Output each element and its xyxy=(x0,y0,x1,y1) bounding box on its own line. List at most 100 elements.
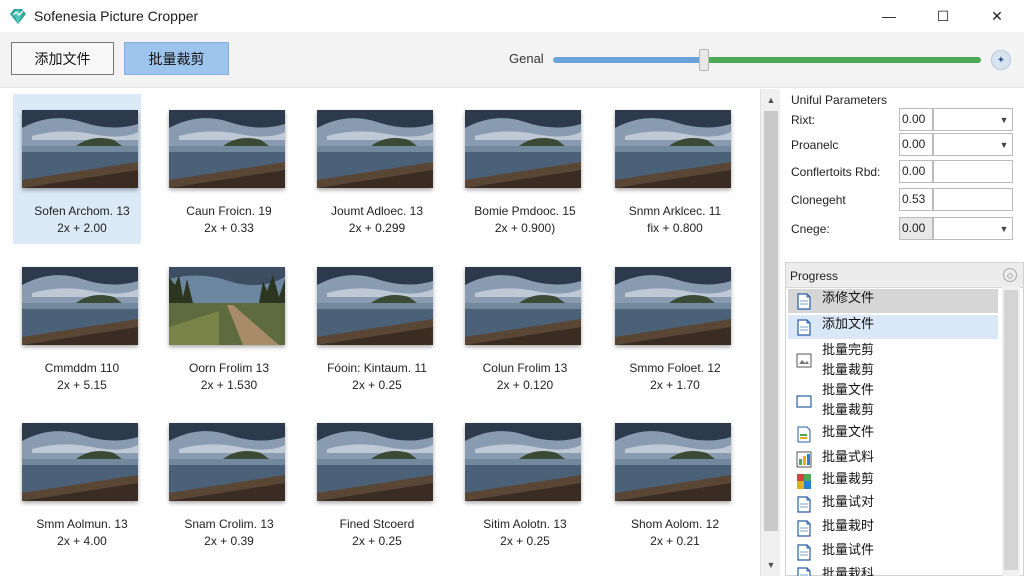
thumbnail-item[interactable]: Fóoin: Kintaum. 11 2x + 0.25 xyxy=(308,251,436,401)
slider-thumb[interactable] xyxy=(699,49,709,71)
parameter-select[interactable]: ▼ xyxy=(933,108,1013,131)
thumbnail-image[interactable] xyxy=(465,267,581,345)
title-bar: Sofenesia Picture Cropper — ☐ ✕ xyxy=(0,0,1024,32)
chevron-down-icon[interactable]: ▼ xyxy=(996,218,1012,239)
thumbnail-value: 2x + 0.299 xyxy=(348,221,406,235)
thumbnail-item[interactable]: Caun Froicn. 19 2x + 0.33 xyxy=(160,94,288,244)
window-title: Sofenesia Picture Cropper xyxy=(34,8,199,24)
parameter-value-field[interactable]: 0.00 xyxy=(899,217,933,240)
thumbnail-item[interactable]: Sofen Archom. 13 2x + 2.00 xyxy=(13,94,141,244)
thumbnail-value: 2x + 0.33 xyxy=(204,221,254,235)
parameter-value-field[interactable]: 0.00 xyxy=(899,133,933,156)
thumbnail-image[interactable] xyxy=(169,110,285,188)
progress-item[interactable]: 批量栽科 xyxy=(788,565,998,576)
thumbnail-image[interactable] xyxy=(22,110,138,188)
close-button[interactable]: ✕ xyxy=(970,0,1024,32)
slider-track-rest[interactable] xyxy=(703,57,981,63)
color-icon xyxy=(796,473,812,490)
thumbnail-item[interactable]: Shom Aolom. 12 2x + 0.21 xyxy=(606,407,734,557)
scroll-down-arrow-icon[interactable]: ▼ xyxy=(761,556,781,574)
parameter-label: Conflertoits Rbd: xyxy=(791,165,881,179)
parameters-title: Uniful Parameters xyxy=(791,93,888,107)
parameter-value-field[interactable]: 0.53 xyxy=(899,188,933,211)
thumbnail-image[interactable] xyxy=(169,423,285,501)
progress-item[interactable]: 添加文件 xyxy=(788,315,998,339)
progress-item[interactable]: 批量裁剪 xyxy=(788,470,998,492)
progress-item[interactable]: 批量完剪 批量裁剪 xyxy=(788,341,998,379)
thumbnail-image[interactable] xyxy=(615,110,731,188)
progress-scroll-thumb[interactable] xyxy=(1004,290,1018,570)
progress-header: Progress ◇ xyxy=(786,263,1023,288)
thumbnail-image[interactable] xyxy=(317,267,433,345)
thumbnail-value: 2x + 4.00 xyxy=(57,534,107,548)
thumbnail-item[interactable]: Oorn Frolim 13 2x + 1.530 xyxy=(160,251,288,401)
thumbnail-name: Smmo Foloet. 12 xyxy=(629,361,721,375)
pin-icon[interactable]: ✦ xyxy=(991,50,1011,70)
thumbnail-item[interactable]: Cmmddm 110 2x + 5.15 xyxy=(13,251,141,401)
parameter-select[interactable] xyxy=(933,188,1013,211)
thumbnail-name: Snam Crolim. 13 xyxy=(184,517,274,531)
thumbnail-name: Joumt Adloec. 13 xyxy=(330,204,424,218)
thumbnail-value: fix + 0.800 xyxy=(647,221,703,235)
thumbnail-item[interactable]: Fined Stcoerd 2x + 0.25 xyxy=(308,407,436,557)
parameter-label: Proanelc xyxy=(791,138,839,152)
minimize-button[interactable]: — xyxy=(862,0,916,32)
chevron-down-icon[interactable]: ▼ xyxy=(996,134,1012,155)
thumbnail-image[interactable] xyxy=(22,267,138,345)
progress-item[interactable]: 批量栽时 xyxy=(788,517,998,539)
progress-item-label: 批量裁剪 xyxy=(822,472,875,487)
app-logo-icon xyxy=(10,9,26,24)
progress-scrollbar[interactable] xyxy=(1002,286,1020,576)
folder-icon xyxy=(796,393,812,410)
thumbnail-gallery: Sofen Archom. 13 2x + 2.00 Caun Froicn. 19… xyxy=(4,89,760,576)
thumbnail-item[interactable]: Bomie Pmdooc. 15 2x + 0.900) xyxy=(456,94,584,244)
add-files-button[interactable]: 添加文件 xyxy=(11,42,114,75)
thumbnail-image[interactable] xyxy=(465,110,581,188)
thumbnail-item[interactable]: Snam Crolim. 13 2x + 0.39 xyxy=(160,407,288,557)
maximize-button[interactable]: ☐ xyxy=(916,0,970,32)
thumbnail-image[interactable] xyxy=(317,110,433,188)
progress-item-label: 批量栽科 xyxy=(822,567,875,576)
thumbnail-image[interactable] xyxy=(169,267,285,345)
progress-item-label: 批量栽时 xyxy=(822,519,875,534)
parameter-select[interactable] xyxy=(933,160,1013,183)
gallery-scroll-thumb[interactable] xyxy=(764,111,778,531)
parameter-select[interactable]: ▼ xyxy=(933,133,1013,156)
progress-item[interactable]: 添修文件 xyxy=(788,289,998,313)
thumbnail-item[interactable]: Joumt Adloec. 13 2x + 0.299 xyxy=(308,94,436,244)
doc-icon xyxy=(796,318,812,336)
general-slider-label: Genal xyxy=(509,51,544,66)
thumbnail-item[interactable]: Smm Aolmun. 13 2x + 4.00 xyxy=(13,407,141,557)
progress-title: Progress xyxy=(790,269,839,283)
progress-item[interactable]: 批量文件 xyxy=(788,423,998,445)
parameter-value-field[interactable]: 0.00 xyxy=(899,108,933,131)
slider-track-filled[interactable] xyxy=(553,57,703,63)
thumbnail-item[interactable]: Sitim Aolotn. 13 2x + 0.25 xyxy=(456,407,584,557)
thumbnail-image[interactable] xyxy=(465,423,581,501)
progress-item[interactable]: 批量试件 xyxy=(788,541,998,563)
gallery-scrollbar[interactable]: ▲ ▼ xyxy=(760,89,780,576)
thumbnail-image[interactable] xyxy=(22,423,138,501)
progress-item-label: 添加文件 xyxy=(822,317,875,332)
progress-item-label: 批量式料 xyxy=(822,450,875,465)
progress-item-label: 批量完剪 批量裁剪 xyxy=(822,343,875,378)
diamond-icon[interactable]: ◇ xyxy=(1003,268,1017,282)
batch-crop-button[interactable]: 批量裁剪 xyxy=(124,42,229,75)
chart-icon xyxy=(796,451,812,468)
parameter-row: Cnege: 0.00 ▼ xyxy=(781,217,1024,241)
parameter-label: Rixt: xyxy=(791,113,815,127)
progress-item[interactable]: 批量试对 xyxy=(788,493,998,515)
thumbnail-item[interactable]: Snmn Arklcec. 11 fix + 0.800 xyxy=(606,94,734,244)
parameter-select[interactable]: ▼ xyxy=(933,217,1013,240)
thumbnail-image[interactable] xyxy=(615,423,731,501)
thumbnail-item[interactable]: Colun Frolim 13 2x + 0.120 xyxy=(456,251,584,401)
progress-item[interactable]: 批量文件 批量裁剪 xyxy=(788,381,998,421)
thumbnail-value: 2x + 0.39 xyxy=(204,534,254,548)
chevron-down-icon[interactable]: ▼ xyxy=(996,109,1012,130)
thumbnail-image[interactable] xyxy=(615,267,731,345)
scroll-up-arrow-icon[interactable]: ▲ xyxy=(761,91,781,109)
thumbnail-item[interactable]: Smmo Foloet. 12 2x + 1.70 xyxy=(606,251,734,401)
parameter-value-field[interactable]: 0.00 xyxy=(899,160,933,183)
thumbnail-image[interactable] xyxy=(317,423,433,501)
progress-item[interactable]: 批量式料 xyxy=(788,448,998,470)
